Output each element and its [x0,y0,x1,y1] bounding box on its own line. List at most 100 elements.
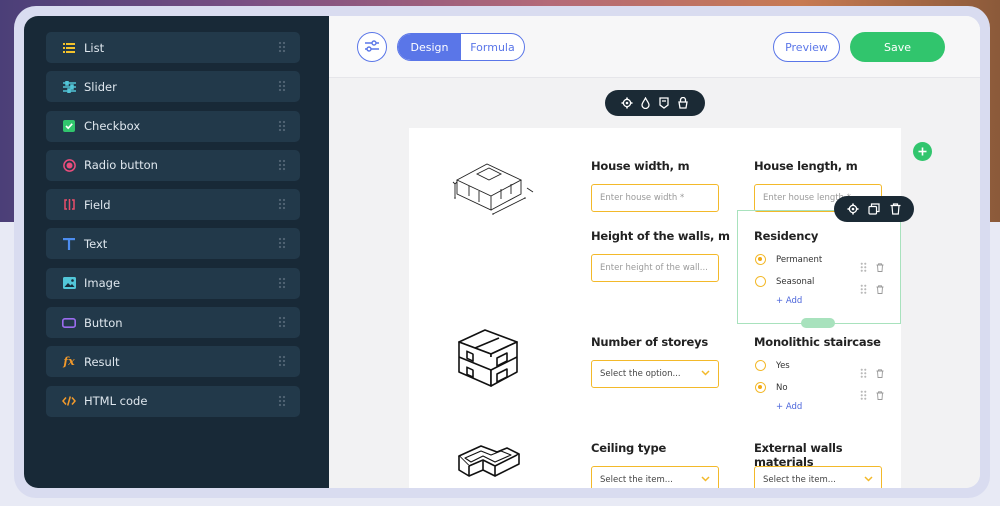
plus-icon [918,144,927,159]
sidebar-item-label: Checkbox [84,119,141,134]
element-palette-sidebar: List Slider Checkbox Radio button Field … [24,16,329,488]
trash-icon[interactable] [876,385,884,404]
add-element-button[interactable] [913,142,932,161]
sidebar-item-checkbox[interactable]: Checkbox [46,110,300,142]
house-width-label: House width, m [591,159,690,173]
house-width-input[interactable]: Enter house width * [591,184,719,212]
text-icon [62,237,76,251]
slider-icon [62,80,76,94]
option-actions [860,363,884,382]
drag-handle-icon[interactable] [278,119,286,133]
trash-icon[interactable] [876,257,884,276]
trash-icon[interactable] [876,363,884,382]
sidebar-item-field[interactable]: Field [46,189,300,221]
radio-unchecked[interactable] [755,360,766,371]
radio-option-seasonal[interactable]: Seasonal [755,276,814,287]
tab-formula[interactable]: Formula [461,34,524,60]
save-button[interactable]: Save [850,32,945,62]
mode-tabs: Design Formula [397,33,525,61]
drag-handle-icon[interactable] [860,367,867,378]
radio-option-permanent[interactable]: Permanent [755,254,822,265]
sidebar-item-image[interactable]: Image [46,267,300,299]
trash-icon[interactable] [889,202,903,216]
sidebar-item-html-code[interactable]: HTML code [46,385,300,417]
droplet-icon[interactable] [639,96,653,110]
drag-handle-icon[interactable] [860,261,867,272]
app-window: List Slider Checkbox Radio button Field … [24,16,980,488]
drag-handle-icon[interactable] [278,198,286,212]
image-icon [62,276,76,290]
ceiling-select[interactable]: Select the item... [591,466,719,488]
wall-height-input[interactable]: Enter height of the wall... [591,254,719,282]
sidebar-item-text[interactable]: Text [46,228,300,260]
form-style-toolbar [605,90,705,116]
staircase-label: Monolithic staircase [754,335,881,349]
list-icon [62,41,76,55]
drag-handle-icon[interactable] [278,394,286,408]
add-option-link[interactable]: + Add [776,296,802,306]
radio-checked[interactable] [755,254,766,265]
storeys-select[interactable]: Select the option... [591,360,719,388]
resize-handle[interactable] [801,318,835,328]
sidebar-item-label: List [84,40,105,55]
element-action-toolbar [834,196,914,222]
house-length-label: House length, m [754,159,858,173]
radio-icon [62,158,76,172]
settings-button[interactable] [357,32,387,62]
add-option-link[interactable]: + Add [776,402,802,412]
badge-icon[interactable] [657,96,671,110]
drag-handle-icon[interactable] [278,355,286,369]
gear-icon[interactable] [620,96,634,110]
gear-icon[interactable] [846,202,860,216]
walls-material-select[interactable]: Select the item... [754,466,882,488]
preview-button[interactable]: Preview [773,32,840,62]
drag-handle-icon[interactable] [860,389,867,400]
sidebar-item-label: Result [84,354,120,369]
drag-handle-icon[interactable] [278,158,286,172]
radio-option-label: Yes [776,360,790,371]
radio-option-label: Seasonal [776,276,815,287]
sidebar-item-label: HTML code [84,394,148,409]
drag-handle-icon[interactable] [278,80,286,94]
drag-handle-icon[interactable] [278,276,286,290]
radio-checked[interactable] [755,382,766,393]
tab-design[interactable]: Design [398,34,461,60]
sidebar-item-slider[interactable]: Slider [46,71,300,103]
sidebar-item-label: Button [84,315,123,330]
chevron-down-icon [701,369,710,379]
ceiling-label: Ceiling type [591,441,667,455]
field-icon [62,198,76,212]
radio-unchecked[interactable] [755,276,766,287]
sidebar-item-label: Image [84,276,121,291]
residency-label: Residency [754,229,819,243]
checkbox-icon [62,119,76,133]
drag-handle-icon[interactable] [278,316,286,330]
button-icon [62,316,76,330]
drag-handle-icon[interactable] [278,237,286,251]
radio-option-yes[interactable]: Yes [755,360,790,371]
drag-handle-icon[interactable] [860,283,867,294]
chevron-down-icon [701,475,710,485]
trash-icon[interactable] [876,279,884,298]
walls-material-label: External walls materials [754,441,843,469]
sidebar-item-label: Slider [84,79,117,94]
code-icon [62,394,76,408]
form-builder-main: Design Formula Preview Save House width,… [329,16,980,488]
house-dimensions-illustration [452,163,534,215]
sidebar-item-button[interactable]: Button [46,307,300,339]
sidebar-item-result[interactable]: fx Result [46,346,300,378]
settings-sliders-icon [364,38,380,57]
drag-handle-icon[interactable] [278,41,286,54]
sidebar-item-radio-button[interactable]: Radio button [46,149,300,181]
paint-bucket-icon[interactable] [676,96,690,110]
duplicate-icon[interactable] [867,202,881,216]
form-canvas: House width, m Enter house width * House… [409,128,901,488]
window-frame: List Slider Checkbox Radio button Field … [14,6,990,498]
select-value: Select the item... [600,475,673,485]
top-toolbar: Design Formula Preview Save [329,16,980,78]
radio-option-no[interactable]: No [755,382,788,393]
sidebar-item-label: Field [84,197,111,212]
sidebar-item-list[interactable]: List [46,32,300,63]
option-actions [860,279,884,298]
l-shaped-house-illustration [458,445,520,477]
